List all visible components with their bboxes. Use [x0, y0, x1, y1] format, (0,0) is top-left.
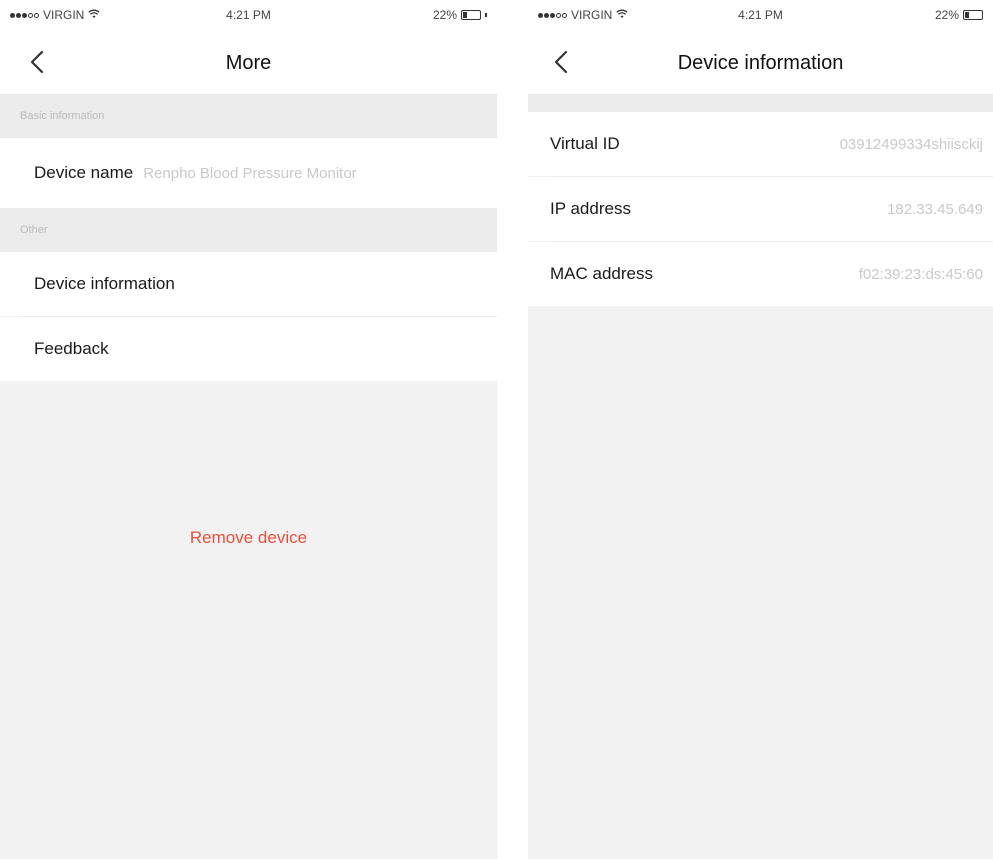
feedback-label: Feedback [34, 339, 109, 358]
signal-dots-icon [10, 12, 39, 18]
carrier-info: VIRGIN [538, 8, 628, 22]
ip-address-value: 182.33.45.649 [887, 200, 983, 218]
section-header-other: Other [0, 208, 497, 252]
battery-status: 22% [935, 8, 983, 22]
more-screen: VIRGIN 4:21 PM 22% More Basic informatio… [0, 0, 497, 859]
carrier-info: VIRGIN [10, 8, 100, 22]
screen-separator [497, 0, 528, 859]
battery-icon [461, 10, 481, 20]
page-title: More [225, 52, 272, 74]
top-spacer [528, 94, 993, 112]
mac-address-value: f02:39:23:ds:45:60 [858, 265, 983, 283]
page-title: Device information [677, 52, 844, 74]
ip-address-label: IP address [550, 199, 631, 218]
status-bar: VIRGIN 4:21 PM 22% [528, 0, 993, 30]
ip-address-row: IP address 182.33.45.649 [528, 177, 993, 241]
remove-device-button[interactable]: Remove device [0, 528, 497, 548]
wifi-icon [88, 9, 100, 22]
virtual-id-label: Virtual ID [550, 134, 620, 153]
mac-address-row: MAC address f02:39:23:ds:45:60 [528, 242, 993, 306]
battery-percent: 22% [432, 8, 457, 22]
device-information-row[interactable]: Device information [0, 252, 497, 316]
battery-status: 22% [433, 8, 487, 22]
section-header-basic: Basic information [0, 94, 497, 138]
battery-tip [485, 13, 487, 17]
virtual-id-row: Virtual ID 03912499334shiisckij [528, 112, 993, 176]
status-bar: VIRGIN 4:21 PM 22% [0, 0, 497, 30]
nav-bar: Device information [528, 30, 993, 94]
virtual-id-value: 03912499334shiisckij [839, 135, 983, 153]
signal-dots-icon [538, 12, 567, 18]
carrier-label: VIRGIN [43, 8, 85, 22]
feedback-row[interactable]: Feedback [0, 317, 497, 381]
device-information-screen: VIRGIN 4:21 PM 22% Device information Vi… [528, 0, 993, 859]
device-name-row[interactable]: Device name Renpho Blood Pressure Monito… [0, 138, 497, 208]
device-information-label: Device information [34, 274, 175, 293]
device-name-label: Device name [34, 163, 134, 182]
device-name-value: Renpho Blood Pressure Monitor [143, 164, 357, 182]
nav-bar: More [0, 30, 497, 94]
carrier-label: VIRGIN [571, 8, 613, 22]
battery-percent: 22% [934, 8, 959, 22]
wifi-icon [616, 9, 628, 22]
battery-icon [963, 10, 983, 20]
status-time: 4:21 PM [226, 8, 271, 22]
mac-address-label: MAC address [550, 264, 653, 283]
status-time: 4:21 PM [738, 8, 783, 22]
